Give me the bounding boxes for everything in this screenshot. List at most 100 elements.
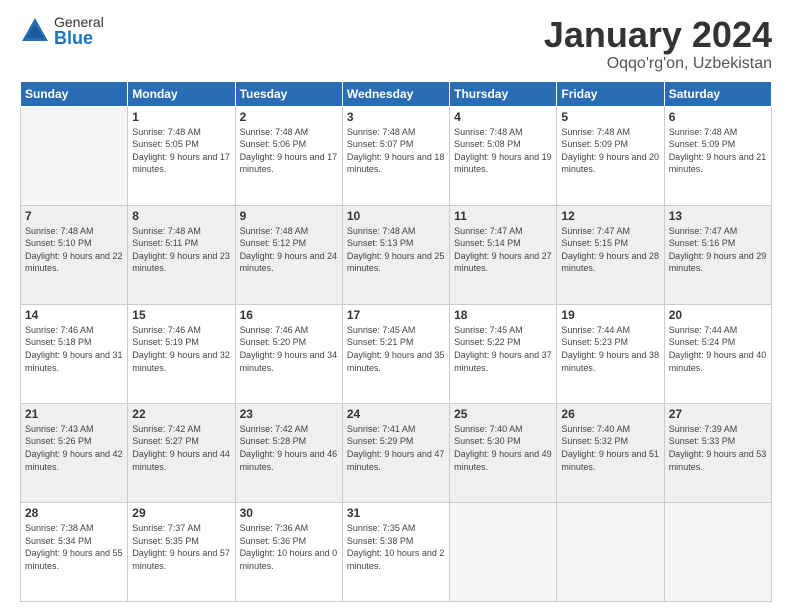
calendar-cell xyxy=(557,502,664,601)
sunrise-text: Sunrise: 7:48 AM xyxy=(347,226,416,236)
calendar-cell: 3 Sunrise: 7:48 AM Sunset: 5:07 PM Dayli… xyxy=(342,106,449,205)
daylight-text: Daylight: 10 hours and 2 minutes. xyxy=(347,548,445,571)
calendar-cell xyxy=(450,502,557,601)
col-thursday: Thursday xyxy=(450,81,557,106)
day-info: Sunrise: 7:37 AM Sunset: 5:35 PM Dayligh… xyxy=(132,522,230,572)
sunset-text: Sunset: 5:09 PM xyxy=(561,139,628,149)
day-info: Sunrise: 7:35 AM Sunset: 5:38 PM Dayligh… xyxy=(347,522,445,572)
logo-general: General xyxy=(54,15,104,29)
calendar-cell: 13 Sunrise: 7:47 AM Sunset: 5:16 PM Dayl… xyxy=(664,205,771,304)
calendar-cell: 11 Sunrise: 7:47 AM Sunset: 5:14 PM Dayl… xyxy=(450,205,557,304)
sunset-text: Sunset: 5:29 PM xyxy=(347,436,414,446)
logo: General Blue xyxy=(20,15,104,47)
sunset-text: Sunset: 5:32 PM xyxy=(561,436,628,446)
calendar-cell: 20 Sunrise: 7:44 AM Sunset: 5:24 PM Dayl… xyxy=(664,304,771,403)
day-info: Sunrise: 7:41 AM Sunset: 5:29 PM Dayligh… xyxy=(347,423,445,473)
calendar-cell: 1 Sunrise: 7:48 AM Sunset: 5:05 PM Dayli… xyxy=(128,106,235,205)
day-info: Sunrise: 7:48 AM Sunset: 5:07 PM Dayligh… xyxy=(347,126,445,176)
header: General Blue January 2024 Oqqo'rg'on, Uz… xyxy=(20,15,772,73)
sunset-text: Sunset: 5:27 PM xyxy=(132,436,199,446)
day-number: 12 xyxy=(561,209,659,223)
daylight-text: Daylight: 9 hours and 49 minutes. xyxy=(454,449,552,472)
day-info: Sunrise: 7:46 AM Sunset: 5:18 PM Dayligh… xyxy=(25,324,123,374)
calendar-cell: 23 Sunrise: 7:42 AM Sunset: 5:28 PM Dayl… xyxy=(235,403,342,502)
calendar-cell: 16 Sunrise: 7:46 AM Sunset: 5:20 PM Dayl… xyxy=(235,304,342,403)
daylight-text: Daylight: 9 hours and 51 minutes. xyxy=(561,449,659,472)
sunset-text: Sunset: 5:16 PM xyxy=(669,238,736,248)
calendar-cell: 30 Sunrise: 7:36 AM Sunset: 5:36 PM Dayl… xyxy=(235,502,342,601)
sunrise-text: Sunrise: 7:47 AM xyxy=(454,226,523,236)
day-number: 30 xyxy=(240,506,338,520)
calendar-week-row: 14 Sunrise: 7:46 AM Sunset: 5:18 PM Dayl… xyxy=(21,304,772,403)
day-number: 16 xyxy=(240,308,338,322)
calendar-cell: 10 Sunrise: 7:48 AM Sunset: 5:13 PM Dayl… xyxy=(342,205,449,304)
day-number: 29 xyxy=(132,506,230,520)
calendar-cell: 21 Sunrise: 7:43 AM Sunset: 5:26 PM Dayl… xyxy=(21,403,128,502)
daylight-text: Daylight: 9 hours and 53 minutes. xyxy=(669,449,767,472)
calendar-location: Oqqo'rg'on, Uzbekistan xyxy=(544,55,772,73)
sunset-text: Sunset: 5:33 PM xyxy=(669,436,736,446)
calendar-cell: 28 Sunrise: 7:38 AM Sunset: 5:34 PM Dayl… xyxy=(21,502,128,601)
day-number: 10 xyxy=(347,209,445,223)
sunset-text: Sunset: 5:24 PM xyxy=(669,337,736,347)
day-number: 3 xyxy=(347,110,445,124)
calendar-cell: 12 Sunrise: 7:47 AM Sunset: 5:15 PM Dayl… xyxy=(557,205,664,304)
day-number: 2 xyxy=(240,110,338,124)
calendar-cell: 19 Sunrise: 7:44 AM Sunset: 5:23 PM Dayl… xyxy=(557,304,664,403)
daylight-text: Daylight: 9 hours and 17 minutes. xyxy=(132,152,230,175)
sunset-text: Sunset: 5:14 PM xyxy=(454,238,521,248)
calendar-cell: 8 Sunrise: 7:48 AM Sunset: 5:11 PM Dayli… xyxy=(128,205,235,304)
daylight-text: Daylight: 10 hours and 0 minutes. xyxy=(240,548,338,571)
calendar-cell: 24 Sunrise: 7:41 AM Sunset: 5:29 PM Dayl… xyxy=(342,403,449,502)
calendar-week-row: 7 Sunrise: 7:48 AM Sunset: 5:10 PM Dayli… xyxy=(21,205,772,304)
day-number: 1 xyxy=(132,110,230,124)
sunrise-text: Sunrise: 7:38 AM xyxy=(25,523,94,533)
sunrise-text: Sunrise: 7:39 AM xyxy=(669,424,738,434)
title-block: January 2024 Oqqo'rg'on, Uzbekistan xyxy=(544,15,772,73)
daylight-text: Daylight: 9 hours and 35 minutes. xyxy=(347,350,445,373)
day-number: 7 xyxy=(25,209,123,223)
day-number: 20 xyxy=(669,308,767,322)
day-number: 18 xyxy=(454,308,552,322)
col-wednesday: Wednesday xyxy=(342,81,449,106)
day-number: 27 xyxy=(669,407,767,421)
day-number: 5 xyxy=(561,110,659,124)
calendar-cell: 6 Sunrise: 7:48 AM Sunset: 5:09 PM Dayli… xyxy=(664,106,771,205)
day-number: 24 xyxy=(347,407,445,421)
daylight-text: Daylight: 9 hours and 55 minutes. xyxy=(25,548,123,571)
day-number: 22 xyxy=(132,407,230,421)
daylight-text: Daylight: 9 hours and 19 minutes. xyxy=(454,152,552,175)
calendar-cell: 5 Sunrise: 7:48 AM Sunset: 5:09 PM Dayli… xyxy=(557,106,664,205)
day-number: 25 xyxy=(454,407,552,421)
daylight-text: Daylight: 9 hours and 31 minutes. xyxy=(25,350,123,373)
daylight-text: Daylight: 9 hours and 42 minutes. xyxy=(25,449,123,472)
day-info: Sunrise: 7:45 AM Sunset: 5:21 PM Dayligh… xyxy=(347,324,445,374)
logo-text: General Blue xyxy=(54,15,104,47)
daylight-text: Daylight: 9 hours and 44 minutes. xyxy=(132,449,230,472)
sunrise-text: Sunrise: 7:48 AM xyxy=(132,226,201,236)
calendar-week-row: 28 Sunrise: 7:38 AM Sunset: 5:34 PM Dayl… xyxy=(21,502,772,601)
sunrise-text: Sunrise: 7:41 AM xyxy=(347,424,416,434)
day-info: Sunrise: 7:38 AM Sunset: 5:34 PM Dayligh… xyxy=(25,522,123,572)
sunrise-text: Sunrise: 7:44 AM xyxy=(561,325,630,335)
daylight-text: Daylight: 9 hours and 32 minutes. xyxy=(132,350,230,373)
calendar-cell: 26 Sunrise: 7:40 AM Sunset: 5:32 PM Dayl… xyxy=(557,403,664,502)
day-info: Sunrise: 7:48 AM Sunset: 5:08 PM Dayligh… xyxy=(454,126,552,176)
calendar-cell: 17 Sunrise: 7:45 AM Sunset: 5:21 PM Dayl… xyxy=(342,304,449,403)
sunset-text: Sunset: 5:09 PM xyxy=(669,139,736,149)
day-number: 14 xyxy=(25,308,123,322)
day-number: 28 xyxy=(25,506,123,520)
calendar-cell: 4 Sunrise: 7:48 AM Sunset: 5:08 PM Dayli… xyxy=(450,106,557,205)
calendar-page: General Blue January 2024 Oqqo'rg'on, Uz… xyxy=(0,0,792,612)
calendar-cell: 31 Sunrise: 7:35 AM Sunset: 5:38 PM Dayl… xyxy=(342,502,449,601)
day-number: 19 xyxy=(561,308,659,322)
sunset-text: Sunset: 5:30 PM xyxy=(454,436,521,446)
day-info: Sunrise: 7:48 AM Sunset: 5:12 PM Dayligh… xyxy=(240,225,338,275)
sunrise-text: Sunrise: 7:42 AM xyxy=(132,424,201,434)
sunrise-text: Sunrise: 7:44 AM xyxy=(669,325,738,335)
daylight-text: Daylight: 9 hours and 22 minutes. xyxy=(25,251,123,274)
sunset-text: Sunset: 5:06 PM xyxy=(240,139,307,149)
day-number: 17 xyxy=(347,308,445,322)
daylight-text: Daylight: 9 hours and 46 minutes. xyxy=(240,449,338,472)
calendar-cell: 7 Sunrise: 7:48 AM Sunset: 5:10 PM Dayli… xyxy=(21,205,128,304)
